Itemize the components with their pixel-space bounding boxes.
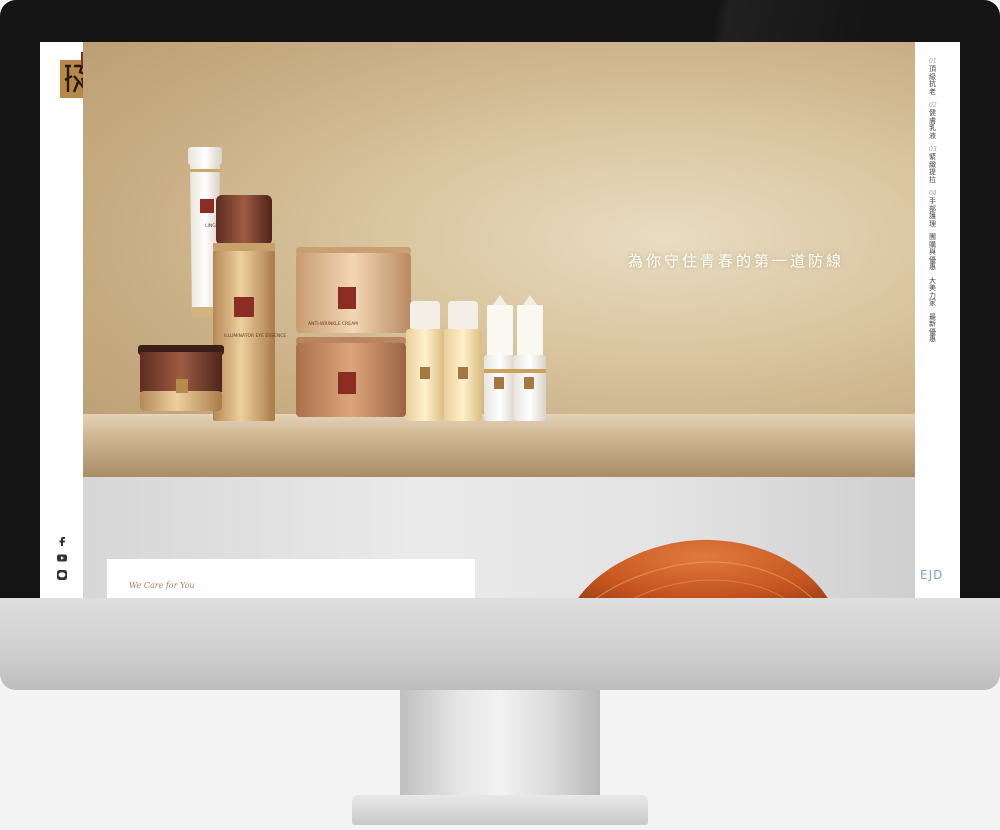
care-heading: We Care for You (129, 581, 195, 590)
jar-label: ANTI-WRINKLE CREAM (308, 321, 358, 327)
nav-label: 手部護理 (929, 197, 936, 228)
nav-item-lotion[interactable]: 02 健膚乳液 (929, 102, 937, 140)
nav-item-anti-aging[interactable]: 01 頂級抗老 (929, 58, 937, 96)
nav-label: 頂級抗老 (929, 65, 936, 96)
hero-tagline: 為你守住青春的第一道防線 (628, 252, 845, 270)
website-screen: LINGZHI HAND CREAM ILLUMINATOR EYE ESSEN… (40, 42, 960, 598)
nav-item-latest-offers[interactable]: 最新優惠 (929, 312, 937, 344)
nav-label: 最新優惠 (929, 312, 936, 343)
youtube-icon[interactable] (56, 552, 68, 564)
monitor-base (352, 795, 648, 825)
nav-label: 健膚乳液 (929, 109, 936, 140)
lingzhi-mushroom-image (578, 539, 828, 598)
hero-banner: LINGZHI HAND CREAM ILLUMINATOR EYE ESSEN… (83, 42, 915, 477)
vertical-nav: 01 頂級抗老 02 健膚乳液 03 緊緻提拉 04 手部護理 團購與優惠 大美… (929, 58, 937, 350)
bottle-label: ILLUMINATOR EYE ESSENCE (224, 333, 286, 339)
nav-label: 緊緻提拉 (929, 153, 936, 184)
care-section: We Care for You (83, 477, 915, 598)
anti-wrinkle-jars: ANTI-WRINKLE CREAM (296, 247, 411, 417)
nav-item-hand-care[interactable]: 04 手部護理 (929, 190, 937, 228)
nav-item-beauty-family[interactable]: 大美力家 (929, 276, 937, 308)
left-sidebar (40, 42, 90, 598)
facebook-icon[interactable] (56, 535, 68, 547)
nav-item-firming[interactable]: 03 緊緻提拉 (929, 146, 937, 184)
right-sidebar-nav: 01 頂級抗老 02 健膚乳液 03 緊緻提拉 04 手部護理 團購與優惠 大美… (915, 42, 960, 598)
dark-cream-jar (138, 345, 224, 411)
product-lineup-image: LINGZHI HAND CREAM ILLUMINATOR EYE ESSEN… (138, 147, 546, 421)
eye-essence-bottle: ILLUMINATOR EYE ESSENCE (213, 195, 286, 421)
nav-item-group-buy[interactable]: 團購與優惠 (929, 233, 937, 272)
ejd-logo[interactable]: EJD (920, 568, 943, 582)
line-icon[interactable] (56, 569, 68, 581)
nav-label: 大美力家 (929, 276, 936, 307)
serum-vials (406, 295, 546, 421)
nav-label: 團購與優惠 (929, 233, 936, 271)
monitor-stand (400, 690, 600, 800)
care-card: We Care for You (107, 559, 475, 598)
monitor-chin (0, 598, 1000, 690)
